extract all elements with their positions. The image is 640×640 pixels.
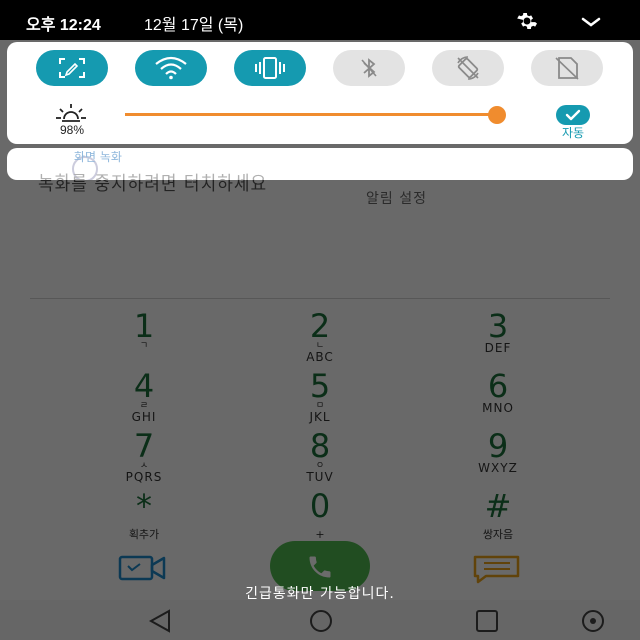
status-time: 오후 12:24 [26,17,101,34]
key-digit: 1 [133,307,155,345]
key-5[interactable]: 5 ㅁ JKL [260,370,380,426]
toggle-auto-rotate[interactable] [432,50,504,86]
auto-rotate-off-icon [457,56,479,80]
key-7[interactable]: 7 ㅅ PQRS [84,430,204,486]
key-6[interactable]: 6 MNO [438,370,558,426]
key-digit: 9 [487,427,509,465]
back-icon[interactable] [145,608,175,634]
key-letters: ABC [306,350,334,364]
auto-brightness-toggle[interactable] [556,105,590,125]
key-9[interactable]: 9 WXYZ [438,430,558,486]
status-bar: 오후 12:24 12월 17일 (목) [0,0,640,40]
divider [30,298,610,299]
sim-off-icon [555,57,579,80]
toggle-sim[interactable] [531,50,603,86]
screen-capture-icon [59,58,85,78]
key-digit: 3 [487,307,509,345]
check-icon [565,109,581,121]
key-2[interactable]: 2 ㄴ ABC [260,310,380,366]
quick-settings-panel: 98% 자동 [7,42,633,144]
brightness-value: 98% [59,123,85,137]
key-sub: 쌍자음 [482,528,514,541]
key-sub: + [315,528,325,541]
recents-icon[interactable] [472,608,502,634]
home-icon[interactable] [306,608,336,634]
key-letters: JKL [309,410,331,424]
key-hash[interactable]: # 쌍자음 [438,490,558,546]
key-jamo: ㄱ [139,341,149,351]
key-digit: 6 [487,367,509,405]
brightness-slider-thumb[interactable] [488,106,507,124]
key-letters: WXYZ [478,461,518,475]
notification-card[interactable]: 화면 녹화 녹화를 중지하려면 터치하세요 [7,148,633,180]
key-digit: * [136,487,152,525]
key-4[interactable]: 4 ㄹ GHI [84,370,204,426]
key-letters: GHI [131,410,157,424]
key-3[interactable]: 3 DEF [438,310,558,366]
key-digit: 5 [309,367,331,405]
key-letters: TUV [306,470,334,484]
emergency-call-notice: 긴급통화만 가능합니다. [245,586,395,602]
navigation-bar [0,600,640,640]
notification-dot-icon[interactable] [578,608,608,634]
alert-settings-link[interactable]: 알림 설정 [366,188,427,208]
gear-icon[interactable] [515,10,539,34]
auto-brightness-label: 자동 [561,126,585,140]
key-digit: 4 [133,367,155,405]
bluetooth-off-icon [361,58,377,78]
key-digit: 2 [309,307,331,345]
key-0[interactable]: 0 + [260,490,380,546]
message-icon[interactable] [472,554,522,584]
key-sub: 획추가 [128,528,160,541]
toggle-screen-capture[interactable] [36,50,108,86]
toggle-wifi[interactable] [135,50,207,86]
key-digit: 7 [133,427,155,465]
phone-icon [309,556,331,578]
wifi-icon [155,56,187,80]
key-letters: MNO [482,401,514,415]
vibrate-icon [255,57,285,79]
toggle-bluetooth[interactable] [333,50,405,86]
notification-title: 화면 녹화 [74,150,122,164]
key-digit: 8 [309,427,331,465]
key-star[interactable]: * 획추가 [84,490,204,546]
key-8[interactable]: 8 ㅇ TUV [260,430,380,486]
video-call-icon[interactable] [118,554,168,582]
toggle-vibrate[interactable] [234,50,306,86]
chevron-down-icon[interactable] [579,10,603,34]
key-letters: DEF [484,341,512,355]
brightness-slider[interactable] [125,113,505,116]
notification-text: 녹화를 중지하려면 터치하세요 [38,168,267,180]
key-letters: PQRS [125,470,163,484]
status-date: 12월 17일 (목) [144,17,244,34]
key-digit: # [484,487,512,525]
key-1[interactable]: 1 ㄱ [84,310,204,366]
key-digit: 0 [309,487,331,525]
